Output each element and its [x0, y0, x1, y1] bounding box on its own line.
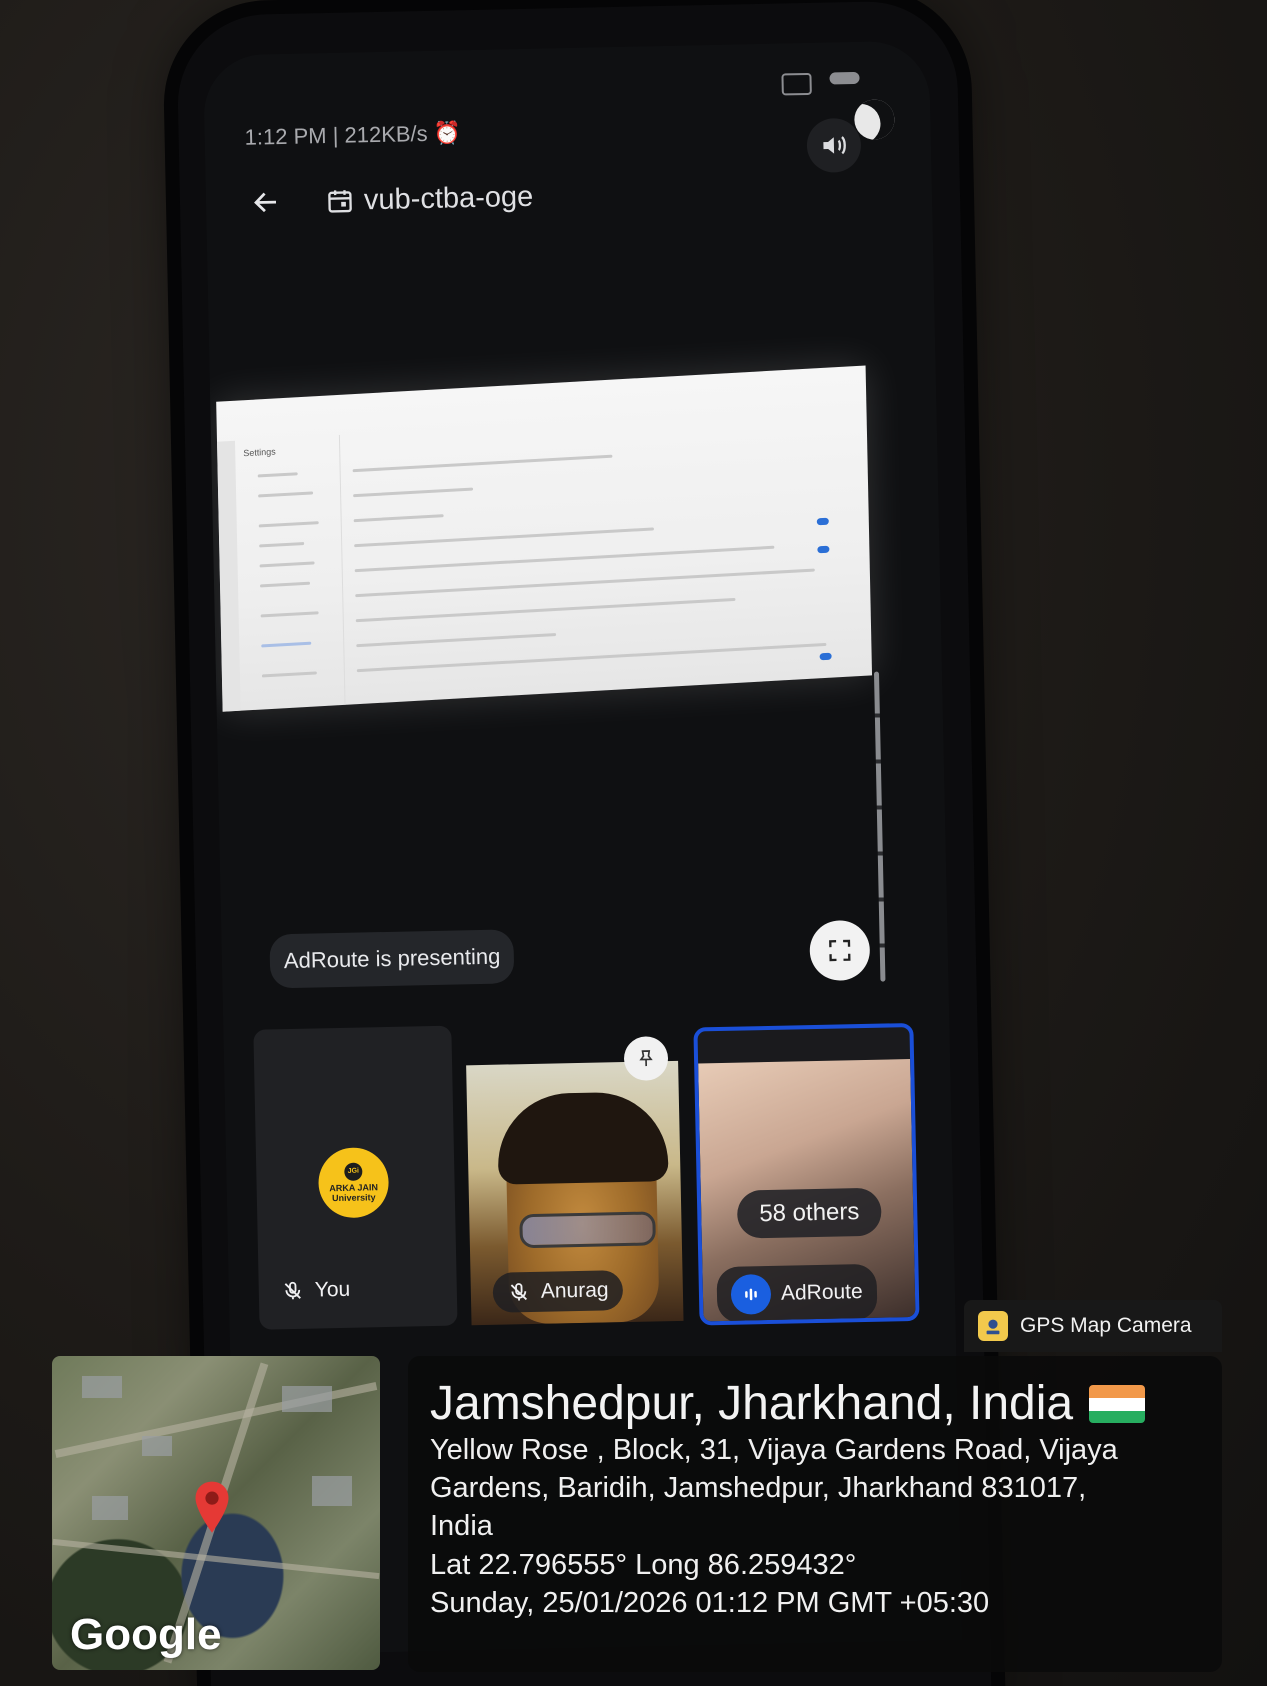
- gps-address-line: Gardens, Baridih, Jamshedpur, Jharkhand …: [430, 1472, 1087, 1505]
- gps-app-name: GPS Map Camera: [1020, 1314, 1192, 1337]
- participant-hair: [496, 1091, 669, 1185]
- shared-screen-sidebar: [217, 440, 241, 712]
- shared-line: [356, 632, 557, 648]
- shared-toggle: [816, 517, 829, 526]
- status-icons: [781, 71, 860, 96]
- speaking-icon: [730, 1273, 772, 1315]
- dark-mode-icon[interactable]: [853, 99, 895, 140]
- status-bar-time: 1:12 PM | 212KB/s ⏰: [244, 120, 461, 151]
- participant-tile-anurag[interactable]: Anurag: [466, 1060, 684, 1326]
- battery-icon: [829, 71, 860, 85]
- name-chip-anurag: Anurag: [492, 1270, 624, 1313]
- meeting-code-text: vub-ctba-oge: [363, 180, 534, 216]
- shared-line: [353, 514, 444, 523]
- map-building: [82, 1376, 122, 1398]
- gps-app-tag: GPS Map Camera: [964, 1300, 1222, 1352]
- participant-name: You: [314, 1277, 351, 1302]
- shared-screen[interactable]: Settings: [216, 365, 873, 712]
- jgi-mark: JGi: [344, 1162, 363, 1181]
- india-flag-icon: [1089, 1385, 1146, 1424]
- meet-top-bar: vub-ctba-oge: [246, 177, 534, 223]
- shared-line: [352, 454, 613, 473]
- shared-line: [353, 487, 474, 498]
- name-chip-you: You: [281, 1278, 351, 1303]
- gps-city-text: Jamshedpur, Jharkhand, India: [430, 1377, 1074, 1430]
- back-arrow-icon[interactable]: [246, 182, 287, 223]
- alarm-icon: ⏰: [433, 120, 462, 146]
- shared-screen-title: Settings: [243, 446, 276, 459]
- mic-off-icon: [507, 1280, 531, 1304]
- gps-city: Jamshedpur, Jharkhand, India: [430, 1377, 1200, 1431]
- speaker-button[interactable]: [806, 117, 862, 173]
- map-building: [312, 1476, 352, 1506]
- gps-info-panel: Jamshedpur, Jharkhand, India Yellow Rose…: [408, 1356, 1222, 1672]
- fullscreen-icon: [829, 939, 851, 962]
- fullscreen-button[interactable]: [809, 919, 871, 982]
- shared-line: [354, 545, 775, 573]
- shared-line: [355, 568, 815, 598]
- map-road: [52, 1538, 380, 1580]
- gps-camera-icon: [978, 1311, 1008, 1341]
- gps-address-line: India: [430, 1510, 493, 1543]
- name-chip-adroute: AdRoute: [716, 1263, 878, 1324]
- participant-tile-you[interactable]: JGi ARKA JAIN University You: [253, 1025, 458, 1330]
- participant-tile-adroute[interactable]: 58 others AdRoute: [693, 1022, 920, 1326]
- photo-scene: 1:12 PM | 212KB/s ⏰ vub-ctba-oge Setting…: [0, 0, 1267, 1686]
- signal-icon: [781, 72, 812, 96]
- shared-toggle: [817, 545, 830, 554]
- shared-line: [356, 642, 827, 673]
- shared-screen-nav: [238, 434, 346, 711]
- participant-glasses: [519, 1211, 656, 1249]
- shared-toggle: [819, 652, 832, 661]
- logo-line-2: University: [331, 1191, 376, 1203]
- gps-datetime: Sunday, 25/01/2026 01:12 PM GMT +05:30: [430, 1586, 990, 1619]
- status-time-speed: 1:12 PM | 212KB/s: [244, 120, 428, 150]
- university-logo: JGi ARKA JAIN University: [317, 1146, 390, 1219]
- mic-off-icon: [281, 1279, 305, 1303]
- gps-address-line: Yellow Rose , Block, 31, Vijaya Gardens …: [430, 1433, 1118, 1466]
- scrollbar[interactable]: [873, 671, 886, 982]
- map-building: [92, 1496, 128, 1520]
- presenting-chip: AdRoute is presenting: [269, 929, 515, 989]
- others-chip[interactable]: 58 others: [736, 1187, 882, 1239]
- map-building: [282, 1386, 332, 1412]
- shared-line: [354, 527, 654, 548]
- participant-name: Anurag: [540, 1278, 609, 1303]
- calendar-icon: [328, 190, 352, 213]
- map-building: [142, 1436, 172, 1456]
- gps-latlong: Lat 22.796555° Long 86.259432°: [430, 1548, 857, 1581]
- shared-line: [355, 597, 736, 623]
- map-thumbnail: Google: [52, 1356, 380, 1670]
- map-brand-label: Google: [70, 1610, 222, 1659]
- participant-name: AdRoute: [780, 1280, 863, 1305]
- meeting-code[interactable]: vub-ctba-oge: [326, 180, 534, 217]
- map-pin-icon: [192, 1480, 232, 1541]
- speaker-icon: [823, 136, 846, 155]
